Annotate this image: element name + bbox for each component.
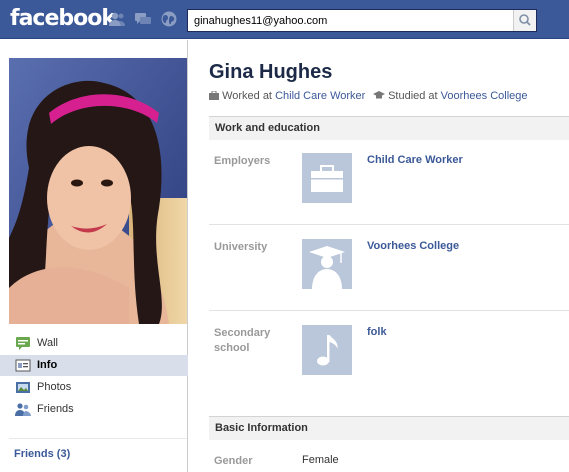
- search-icon: [519, 14, 531, 26]
- music-note-icon: [317, 335, 338, 366]
- graduation-cap-icon: [373, 91, 385, 99]
- university-thumbnail[interactable]: [302, 239, 352, 289]
- university-link[interactable]: Voorhees College: [367, 240, 459, 252]
- top-bar: facebook: [0, 0, 569, 39]
- briefcase-icon: [209, 90, 219, 100]
- employer-thumbnail[interactable]: [302, 153, 352, 203]
- section-header-work-education: Work and education: [209, 116, 569, 140]
- section-title: Basic Information: [215, 422, 308, 434]
- worked-prefix: Worked at: [222, 90, 272, 102]
- nav-friends-label: Friends: [37, 403, 74, 415]
- nav-photos[interactable]: Photos: [0, 377, 188, 398]
- nav-friends[interactable]: Friends: [0, 399, 188, 420]
- friends-count-link[interactable]: Friends (3): [14, 448, 70, 460]
- profile-name: Gina Hughes: [209, 61, 333, 83]
- facebook-logo[interactable]: facebook: [10, 6, 116, 31]
- search-button[interactable]: [513, 10, 536, 31]
- profile-picture[interactable]: [9, 58, 187, 324]
- messages-icon[interactable]: [134, 10, 152, 28]
- employers-label: Employers: [214, 155, 271, 167]
- secondary-school-thumbnail[interactable]: [302, 325, 352, 375]
- photos-icon: [15, 380, 31, 395]
- graduate-icon: [309, 246, 345, 289]
- gender-label: Gender: [214, 455, 253, 467]
- main-content: Gina Hughes Worked at Child Care Worker …: [188, 40, 569, 472]
- briefcase-icon: [311, 165, 343, 192]
- search-box: [187, 9, 537, 32]
- work-summary: Worked at Child Care Worker: [209, 90, 365, 102]
- divider: [209, 310, 569, 311]
- friends-icon: [15, 402, 31, 417]
- info-icon: [15, 358, 31, 373]
- section-header-basic-info: Basic Information: [209, 416, 569, 440]
- divider: [209, 224, 569, 225]
- nav-wall-label: Wall: [37, 337, 58, 349]
- worked-at-link[interactable]: Child Care Worker: [275, 90, 365, 102]
- education-summary: Studied at Voorhees College: [373, 90, 528, 102]
- notifications-globe-icon[interactable]: [160, 10, 178, 28]
- university-label: University: [214, 241, 268, 253]
- search-input[interactable]: [188, 10, 514, 31]
- friend-requests-icon[interactable]: [108, 10, 126, 28]
- wall-icon: [15, 336, 31, 351]
- gender-value: Female: [302, 454, 339, 466]
- left-column: Wall Info Photos Friends Friends (3): [0, 40, 188, 472]
- employer-link[interactable]: Child Care Worker: [367, 154, 463, 166]
- section-title: Work and education: [215, 122, 320, 134]
- divider: [9, 438, 187, 439]
- studied-prefix: Studied at: [388, 90, 438, 102]
- secondary-school-label: Secondary school: [214, 327, 271, 354]
- nav-wall[interactable]: Wall: [0, 333, 188, 354]
- nav-info-label: Info: [37, 359, 58, 371]
- studied-at-link[interactable]: Voorhees College: [441, 90, 528, 102]
- nav-photos-label: Photos: [37, 381, 72, 393]
- nav-info[interactable]: Info: [0, 355, 188, 376]
- secondary-school-link[interactable]: folk: [367, 326, 387, 338]
